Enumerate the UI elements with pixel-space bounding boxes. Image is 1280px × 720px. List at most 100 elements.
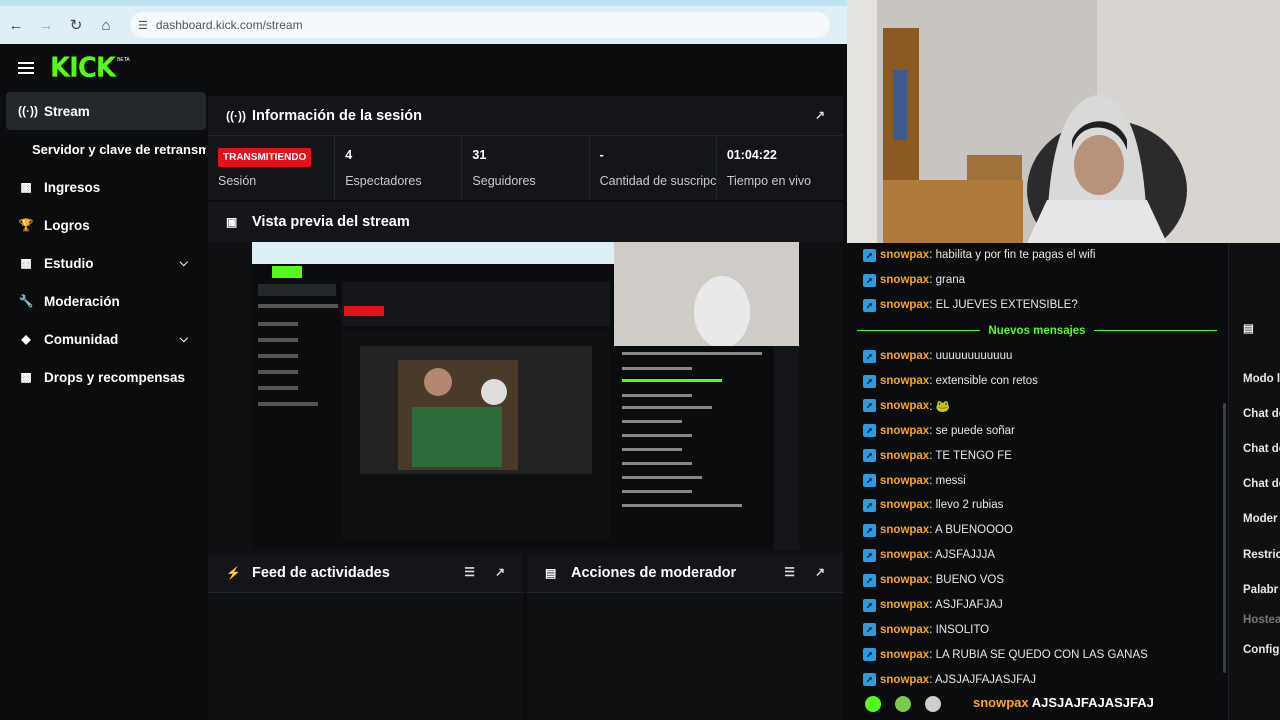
emote-icon [925, 696, 941, 712]
popout-icon[interactable]: ↗ [495, 565, 505, 579]
browser-toolbar: ← → ↻ ⌂ ☰ dashboard.kick.com/stream [0, 0, 847, 44]
wrench-icon: 🔧 [18, 294, 34, 308]
settings-item[interactable]: Hostea [1243, 614, 1280, 626]
settings-item[interactable]: Config [1243, 644, 1279, 656]
url-text: dashboard.kick.com/stream [155, 18, 303, 32]
settings-item[interactable]: Chat de [1243, 443, 1280, 455]
sword-icon: ➚ [863, 399, 876, 413]
sword-icon: ➚ [863, 374, 876, 388]
filter-icon[interactable]: ☰ [784, 565, 795, 579]
document-icon: ▤ [545, 565, 557, 580]
sidebar-item-estudio[interactable]: ▩ Estudio ⌵ [6, 244, 206, 282]
activity-feed-panel: ⚡ Feed de actividades ☰ ↗ [208, 553, 523, 720]
new-messages-divider: Nuevos mensajes [847, 318, 1227, 344]
broadcast-icon: ((·)) [226, 108, 246, 123]
sword-icon: ➚ [863, 474, 876, 488]
top-bar: KICK BETA [0, 44, 847, 92]
chevron-down-icon[interactable]: ⌵ [180, 333, 188, 346]
live-badge: TRANSMITIENDO [218, 148, 312, 167]
forward-icon[interactable]: → [32, 11, 60, 39]
settings-icon[interactable]: ▤ [1243, 321, 1254, 335]
chat-message: ➚ snowpax: grana [847, 268, 1227, 293]
chat-scrollbar[interactable] [1223, 403, 1226, 673]
chat-message: ➚ snowpax: BUENO VOS [847, 568, 1227, 593]
reload-icon[interactable]: ↻ [62, 11, 90, 39]
sword-icon: ➚ [863, 523, 876, 537]
chat-message: ➚ snowpax: EL JUEVES EXTENSIBLE? [847, 293, 1227, 318]
sidebar-item-moderacion[interactable]: 🔧 Moderación [6, 282, 206, 320]
home-icon[interactable]: ⌂ [92, 11, 120, 39]
stream-preview-header: ▣ Vista previa del stream [208, 202, 843, 242]
stat-followers: 31 Seguidores [461, 136, 588, 200]
popout-icon[interactable]: ↗ [815, 108, 825, 122]
sword-icon: ➚ [863, 548, 876, 562]
chat-overlay-text: snowpax AJSJAJFAJASJFAJ [973, 695, 1154, 710]
gift-icon: ▩ [20, 370, 32, 384]
menu-icon[interactable] [18, 62, 34, 74]
kick-logo[interactable]: KICK BETA [50, 52, 130, 84]
sword-icon: ➚ [863, 623, 876, 637]
sword-icon: ➚ [863, 349, 876, 363]
sidebar-item-comunidad[interactable]: ◆ Comunidad ⌵ [6, 320, 206, 358]
chat-message: ➚ snowpax: LA RUBIA SE QUEDO CON LAS GANA… [847, 642, 1227, 667]
studio-icon: ▩ [20, 256, 32, 270]
sword-icon: ➚ [863, 498, 876, 512]
settings-item[interactable]: Palabr [1243, 584, 1278, 596]
settings-item[interactable]: Modo l [1243, 373, 1280, 385]
sidebar-item-ingresos[interactable]: ▩ Ingresos [6, 168, 206, 206]
sword-icon: ➚ [863, 273, 876, 287]
chat-message: ➚ snowpax: habilita y por fin te pagas el… [847, 243, 1227, 268]
stat-viewers: 4 Espectadores [334, 136, 461, 200]
settings-item[interactable]: Chat de [1243, 408, 1280, 420]
mod-actions-header: ▤ Acciones de moderador ☰ ↗ [527, 553, 843, 593]
sword-icon: ➚ [863, 673, 876, 687]
trophy-icon: 🏆 [18, 218, 34, 232]
chevron-down-icon[interactable]: ⌵ [180, 257, 188, 270]
sword-icon: ➚ [863, 449, 876, 463]
sidebar-item-drops[interactable]: ▩ Drops y recompensas [6, 358, 206, 396]
webcam-image [847, 0, 1280, 243]
sword-icon: ➚ [863, 573, 876, 587]
sidebar-item-logros[interactable]: 🏆 Logros [6, 206, 206, 244]
activity-feed-header: ⚡ Feed de actividades ☰ ↗ [208, 553, 523, 593]
chat-message: ➚ snowpax: 🐸 [847, 393, 1227, 418]
chat-message: ➚ snowpax: se puede soñar [847, 418, 1227, 443]
sidebar-item-stream[interactable]: ((·)) Stream [6, 92, 206, 130]
stat-uptime: 01:04:22 Tiempo en vivo [715, 136, 843, 200]
mod-actions-panel: ▤ Acciones de moderador ☰ ↗ [527, 553, 843, 720]
dashboard: KICK BETA ((·)) Stream Servidor y clave … [0, 44, 847, 720]
chat-message: ➚ snowpax: ASJFJAFJAJ [847, 593, 1227, 618]
address-bar[interactable]: ☰ dashboard.kick.com/stream [130, 12, 830, 38]
sidebar-item-stream-key[interactable]: Servidor y clave de retransmisión [6, 130, 206, 168]
settings-item[interactable]: Chat de [1243, 478, 1280, 490]
site-info-icon[interactable]: ☰ [138, 19, 148, 32]
sword-icon: ➚ [863, 298, 876, 312]
stream-preview-panel: ▣ Vista previa del stream [208, 202, 843, 594]
session-info-panel: ((·)) Información de la sesión ↗ TRANSMI… [208, 96, 843, 200]
chat-settings-panel: ▤ Modo l Chat de Chat de Chat de Moder R… [1228, 243, 1280, 720]
community-icon: ◆ [21, 332, 31, 346]
chat-message: ➚ snowpax: A BUENOOOO [847, 518, 1227, 543]
chat-message: ➚ snowpax: messi [847, 468, 1227, 493]
settings-item[interactable]: Moder [1243, 513, 1278, 525]
popout-icon[interactable]: ↗ [815, 565, 825, 579]
sword-icon: ➚ [863, 248, 876, 262]
chat-message: ➚ snowpax: uuuuuuuuuuuu [847, 344, 1227, 369]
chat-message: ➚ snowpax: INSOLITO [847, 617, 1227, 642]
stream-preview-video[interactable] [252, 242, 799, 550]
sidebar: ((·)) Stream Servidor y clave de retrans… [6, 92, 206, 396]
chat-message: ➚ snowpax: TE TENGO FE [847, 443, 1227, 468]
webcam-overlay [847, 0, 1280, 243]
session-stats: TRANSMITIENDO Sesión 4 Espectadores 31 S… [208, 136, 843, 200]
settings-item[interactable]: Restric [1243, 549, 1280, 561]
back-icon[interactable]: ← [2, 11, 30, 39]
lightning-icon: ⚡ [226, 565, 241, 580]
session-info-header: ((·)) Información de la sesión ↗ [208, 96, 843, 136]
chat-message: ➚ snowpax: llevo 2 rubias [847, 493, 1227, 518]
revenue-icon: ▩ [20, 180, 32, 194]
stat-session: TRANSMITIENDO Sesión [208, 136, 334, 200]
stat-subs: - Cantidad de suscripciones [588, 136, 716, 200]
broadcast-icon: ((·)) [18, 104, 38, 118]
filter-icon[interactable]: ☰ [464, 565, 475, 579]
sword-icon: ➚ [863, 598, 876, 612]
